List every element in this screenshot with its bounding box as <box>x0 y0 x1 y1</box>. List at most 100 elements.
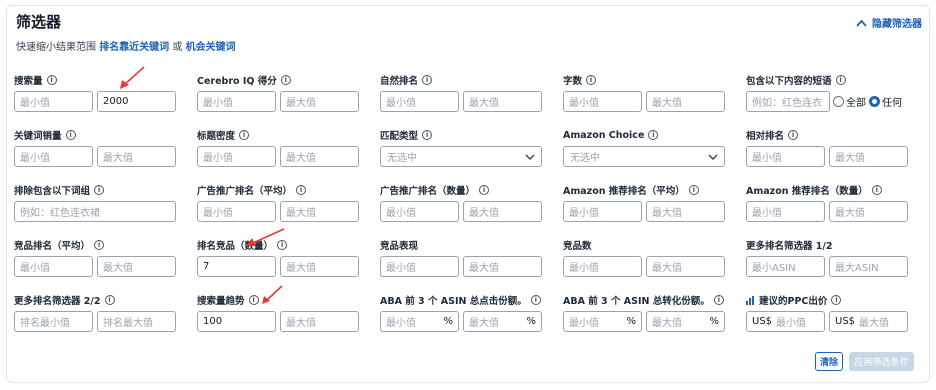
amazon-choice-select[interactable]: 无选中 <box>563 146 725 167</box>
info-icon[interactable]: i <box>104 295 115 305</box>
info-icon[interactable]: i <box>46 75 57 85</box>
more-rank-2-min-input[interactable]: 排名最小值 <box>14 311 93 332</box>
relative-rank-min-input[interactable]: 最小值 <box>746 146 825 167</box>
search-trend-max-input[interactable]: 最大值 <box>280 311 359 332</box>
ranking-competitors-count-max-input[interactable]: 最大值 <box>280 256 359 277</box>
info-icon[interactable]: i <box>422 130 433 140</box>
info-icon[interactable]: i <box>648 130 659 140</box>
filter-label: 匹配类型 <box>380 131 419 142</box>
info-icon[interactable]: i <box>831 295 842 305</box>
keyword-sales-min-input[interactable]: 最小值 <box>14 146 93 167</box>
filter-phrases-containing: 包含以下内容的短语 i 例如：红色连衣 全部 任何 <box>746 72 913 127</box>
exclude-phrases-input[interactable]: 例如：红色连衣裙 <box>14 201 176 222</box>
suggested-ppc-max-input[interactable]: US$ 最大值 <box>829 311 908 332</box>
filter-label: 相对排名 <box>746 131 785 142</box>
word-count-min-input[interactable]: 最小值 <box>563 91 642 112</box>
filter-label: 竞品排名（平均） <box>14 241 91 252</box>
info-icon[interactable]: i <box>94 185 105 195</box>
amazon-rec-rank-count-min-input[interactable]: 最小值 <box>746 201 825 222</box>
title-density-max-input[interactable]: 最大值 <box>280 146 359 167</box>
aba-click-share-min-input[interactable]: 最小值% <box>380 311 459 332</box>
info-icon[interactable]: i <box>239 130 250 140</box>
match-type-select[interactable]: 无选中 <box>380 146 542 167</box>
organic-rank-min-input[interactable]: 最小值 <box>380 91 459 112</box>
amazon-rec-rank-count-max-input[interactable]: 最大值 <box>829 201 908 222</box>
search-volume-min-input[interactable]: 最小值 <box>14 91 93 112</box>
competitor-rank-avg-min-input[interactable]: 最小值 <box>14 256 93 277</box>
link-opportunity-keywords[interactable]: 机会关键词 <box>186 42 236 53</box>
info-icon[interactable]: i <box>788 130 799 140</box>
filter-match-type: 匹配类型 i 无选中 <box>380 127 547 182</box>
hide-filters-toggle[interactable]: 隐藏筛选器 <box>856 15 922 30</box>
page-title: 筛选器 <box>16 13 62 31</box>
suggested-ppc-min-input[interactable]: US$ 最小值 <box>746 311 825 332</box>
info-icon[interactable]: i <box>688 185 699 195</box>
info-icon[interactable]: i <box>94 240 105 250</box>
filter-amazon-rec-rank-count: Amazon 推荐排名（数量） i 最小值 最大值 <box>746 182 913 237</box>
filter-cerebro-iq: Cerebro IQ 得分 i 最小值 最大值 <box>197 72 364 127</box>
filter-label: 竞品数 <box>563 241 592 252</box>
link-ranking-near-keywords[interactable]: 排名靠近关键词 <box>99 42 169 53</box>
sponsored-rank-count-min-input[interactable]: 最小值 <box>380 201 459 222</box>
sponsored-rank-avg-max-input[interactable]: 最大值 <box>280 201 359 222</box>
title-density-min-input[interactable]: 最小值 <box>197 146 276 167</box>
radio-any[interactable]: 任何 <box>869 94 902 109</box>
info-icon[interactable]: i <box>835 75 846 85</box>
filter-label: 广告推广排名（平均） <box>197 186 293 197</box>
radio-all[interactable]: 全部 <box>833 94 866 109</box>
aba-conversion-share-max-input[interactable]: 最大值% <box>646 311 725 332</box>
more-rank-1-min-input[interactable]: 最小ASIN <box>746 256 825 277</box>
sponsored-rank-avg-min-input[interactable]: 最小值 <box>197 201 276 222</box>
search-trend-min-input[interactable]: 100 <box>197 311 276 332</box>
currency-prefix: US$ <box>835 316 856 327</box>
info-icon[interactable]: i <box>871 185 882 195</box>
radio-label: 全部 <box>846 98 866 109</box>
sponsored-rank-count-max-input[interactable]: 最大值 <box>463 201 542 222</box>
filter-label: ABA 前 3 个 ASIN 总点击份额。 <box>380 296 527 307</box>
amazon-rec-rank-avg-max-input[interactable]: 最大值 <box>646 201 725 222</box>
info-icon[interactable]: i <box>530 295 541 305</box>
radio-label: 任何 <box>882 98 902 109</box>
subtitle-text: 快速缩小结果范围 <box>16 42 96 53</box>
search-volume-max-input[interactable]: 2000 <box>97 91 176 112</box>
info-icon[interactable]: i <box>586 75 597 85</box>
info-icon[interactable]: i <box>422 75 433 85</box>
relative-rank-max-input[interactable]: 最大值 <box>829 146 908 167</box>
info-icon[interactable]: i <box>479 185 490 195</box>
percent-suffix: % <box>443 316 453 327</box>
input-placeholder: 最小值 <box>386 318 416 329</box>
filter-label: 关键词销量 <box>14 131 62 142</box>
apply-filters-button[interactable]: 应用筛选条件 <box>849 352 914 371</box>
chevron-down-icon <box>708 154 718 160</box>
competitor-performance-max-input[interactable]: 最大值 <box>463 256 542 277</box>
filter-label: 标题密度 <box>197 131 236 142</box>
word-count-max-input[interactable]: 最大值 <box>646 91 725 112</box>
filter-competitor-count: 竞品数 最小值 最大值 <box>563 237 730 292</box>
aba-conversion-share-min-input[interactable]: 最小值% <box>563 311 642 332</box>
amazon-rec-rank-avg-min-input[interactable]: 最小值 <box>563 201 642 222</box>
info-icon[interactable]: i <box>65 130 76 140</box>
more-rank-1-max-input[interactable]: 最大ASIN <box>829 256 908 277</box>
competitor-rank-avg-max-input[interactable]: 最大值 <box>97 256 176 277</box>
filter-word-count: 字数 i 最小值 最大值 <box>563 72 730 127</box>
info-icon[interactable]: i <box>280 75 291 85</box>
radio-off-icon <box>833 96 844 107</box>
cerebro-iq-max-input[interactable]: 最大值 <box>280 91 359 112</box>
info-icon[interactable]: i <box>713 295 724 305</box>
filter-amazon-choice: Amazon Choice i 无选中 <box>563 127 730 182</box>
clear-button[interactable]: 清除 <box>815 352 843 371</box>
filter-label: 广告推广排名（数量） <box>380 186 476 197</box>
competitor-count-max-input[interactable]: 最大值 <box>646 256 725 277</box>
organic-rank-max-input[interactable]: 最大值 <box>463 91 542 112</box>
keyword-sales-max-input[interactable]: 最大值 <box>97 146 176 167</box>
chevron-down-icon <box>525 154 535 160</box>
more-rank-2-max-input[interactable]: 排名最大值 <box>97 311 176 332</box>
info-icon[interactable]: i <box>248 295 259 305</box>
competitor-performance-min-input[interactable]: 最小值 <box>380 256 459 277</box>
phrases-containing-input[interactable]: 例如：红色连衣 <box>746 91 830 112</box>
cerebro-iq-min-input[interactable]: 最小值 <box>197 91 276 112</box>
info-icon[interactable]: i <box>296 185 307 195</box>
competitor-count-min-input[interactable]: 最小值 <box>563 256 642 277</box>
aba-click-share-max-input[interactable]: 最大值% <box>463 311 542 332</box>
ranking-competitors-count-min-input[interactable]: 7 <box>197 256 276 277</box>
